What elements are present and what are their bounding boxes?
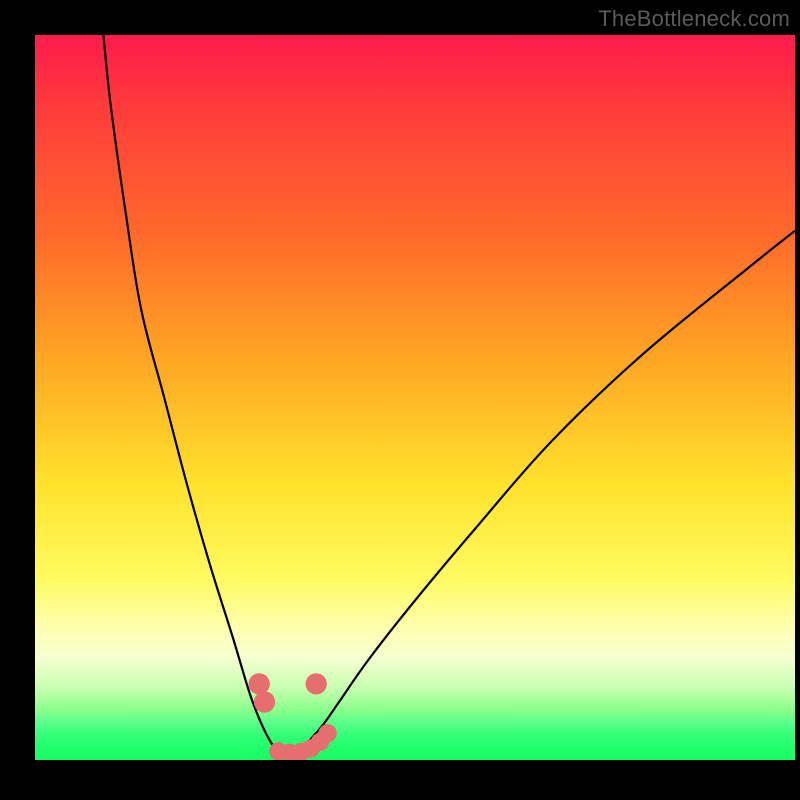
marker-right-single <box>306 673 327 694</box>
markers-group <box>249 673 337 760</box>
marker-left-pair-top <box>249 673 270 694</box>
plot-area <box>35 35 795 760</box>
curves-group <box>103 35 795 755</box>
curve-right-branch <box>301 231 795 753</box>
chart-stage: TheBottleneck.com <box>0 0 800 800</box>
marker-left-pair-bottom <box>254 691 275 712</box>
chart-svg <box>35 35 795 760</box>
curve-left-branch <box>103 35 278 753</box>
marker-bottom-tail-6 <box>318 724 336 742</box>
watermark-text: TheBottleneck.com <box>598 6 790 32</box>
